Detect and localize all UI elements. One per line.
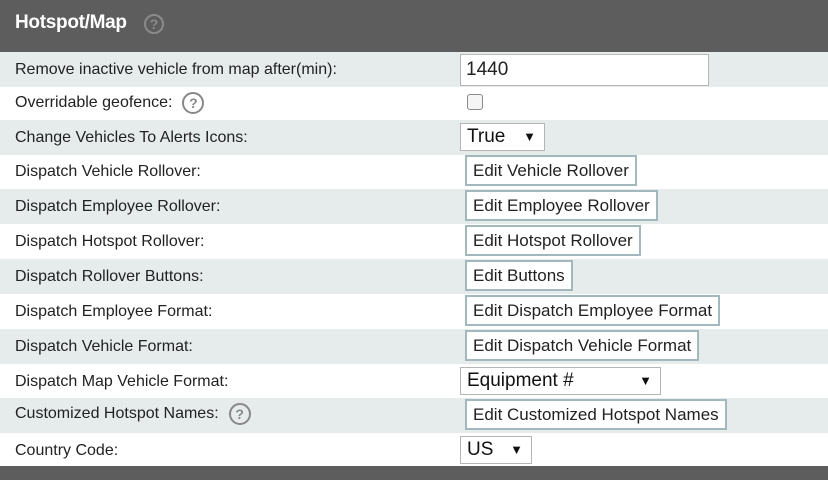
row-employee-rollover: Dispatch Employee Rollover: Edit Employe… <box>0 189 828 224</box>
employee-rollover-label: Dispatch Employee Rollover: <box>15 198 221 215</box>
alerts-icons-label: Change Vehicles To Alerts Icons: <box>15 129 248 146</box>
row-remove-inactive: Remove inactive vehicle from map after(m… <box>0 52 828 87</box>
row-country-code: Country Code: US ▼ <box>0 433 828 466</box>
remove-inactive-input[interactable] <box>460 54 709 86</box>
help-icon[interactable]: ? <box>182 92 205 114</box>
row-vehicle-format: Dispatch Vehicle Format: Edit Dispatch V… <box>0 329 828 364</box>
chevron-down-icon: ▼ <box>639 373 652 388</box>
employee-format-label: Dispatch Employee Format: <box>15 303 213 320</box>
vehicle-rollover-label: Dispatch Vehicle Rollover: <box>15 163 201 180</box>
alerts-icons-selected: True <box>467 126 506 147</box>
row-map-vehicle-format: Dispatch Map Vehicle Format: Equipment #… <box>0 364 828 398</box>
row-overridable-geofence: Overridable geofence:? <box>0 87 828 120</box>
hotspot-rollover-label: Dispatch Hotspot Rollover: <box>15 233 205 250</box>
edit-vehicle-rollover-button[interactable]: Edit Vehicle Rollover <box>465 155 637 186</box>
section-title: Hotspot/Map <box>15 12 127 33</box>
country-code-selected: US <box>467 439 494 460</box>
overridable-geofence-checkbox[interactable] <box>467 94 483 110</box>
edit-vehicle-format-button[interactable]: Edit Dispatch Vehicle Format <box>465 330 700 361</box>
edit-buttons-button[interactable]: Edit Buttons <box>465 260 573 291</box>
country-code-select[interactable]: US ▼ <box>460 436 532 464</box>
chevron-down-icon: ▼ <box>510 442 523 457</box>
help-icon[interactable]: ? <box>144 14 164 34</box>
row-hotspot-rollover: Dispatch Hotspot Rollover: Edit Hotspot … <box>0 224 828 259</box>
map-vehicle-format-label: Dispatch Map Vehicle Format: <box>15 373 229 390</box>
row-hotspot-names: Customized Hotspot Names:? Edit Customiz… <box>0 398 828 433</box>
edit-hotspot-names-button[interactable]: Edit Customized Hotspot Names <box>465 399 727 430</box>
country-code-label: Country Code: <box>15 442 119 459</box>
hotspot-names-label-wrap: Customized Hotspot Names:? <box>15 403 251 425</box>
alerts-icons-select[interactable]: True ▼ <box>460 123 545 151</box>
edit-hotspot-rollover-button[interactable]: Edit Hotspot Rollover <box>465 225 641 256</box>
map-vehicle-format-selected: Equipment # <box>467 370 574 391</box>
vehicle-format-label: Dispatch Vehicle Format: <box>15 338 193 355</box>
overridable-geofence-label: Overridable geofence: <box>15 94 173 112</box>
section-footer <box>0 466 828 480</box>
hotspot-names-label: Customized Hotspot Names: <box>15 405 219 423</box>
edit-employee-format-button[interactable]: Edit Dispatch Employee Format <box>465 295 721 326</box>
row-alerts-icons: Change Vehicles To Alerts Icons: True ▼ <box>0 120 828 155</box>
rollover-buttons-label: Dispatch Rollover Buttons: <box>15 268 204 285</box>
row-vehicle-rollover: Dispatch Vehicle Rollover: Edit Vehicle … <box>0 155 828 189</box>
row-rollover-buttons: Dispatch Rollover Buttons: Edit Buttons <box>0 259 828 294</box>
remove-inactive-label: Remove inactive vehicle from map after(m… <box>15 61 337 78</box>
map-vehicle-format-select[interactable]: Equipment # ▼ <box>460 367 661 395</box>
section-header: Hotspot/Map ? <box>0 0 828 52</box>
edit-employee-rollover-button[interactable]: Edit Employee Rollover <box>465 190 658 221</box>
help-icon[interactable]: ? <box>228 403 251 425</box>
overridable-geofence-label-wrap: Overridable geofence:? <box>15 92 205 114</box>
chevron-down-icon: ▼ <box>523 129 536 144</box>
row-employee-format: Dispatch Employee Format: Edit Dispatch … <box>0 294 828 329</box>
